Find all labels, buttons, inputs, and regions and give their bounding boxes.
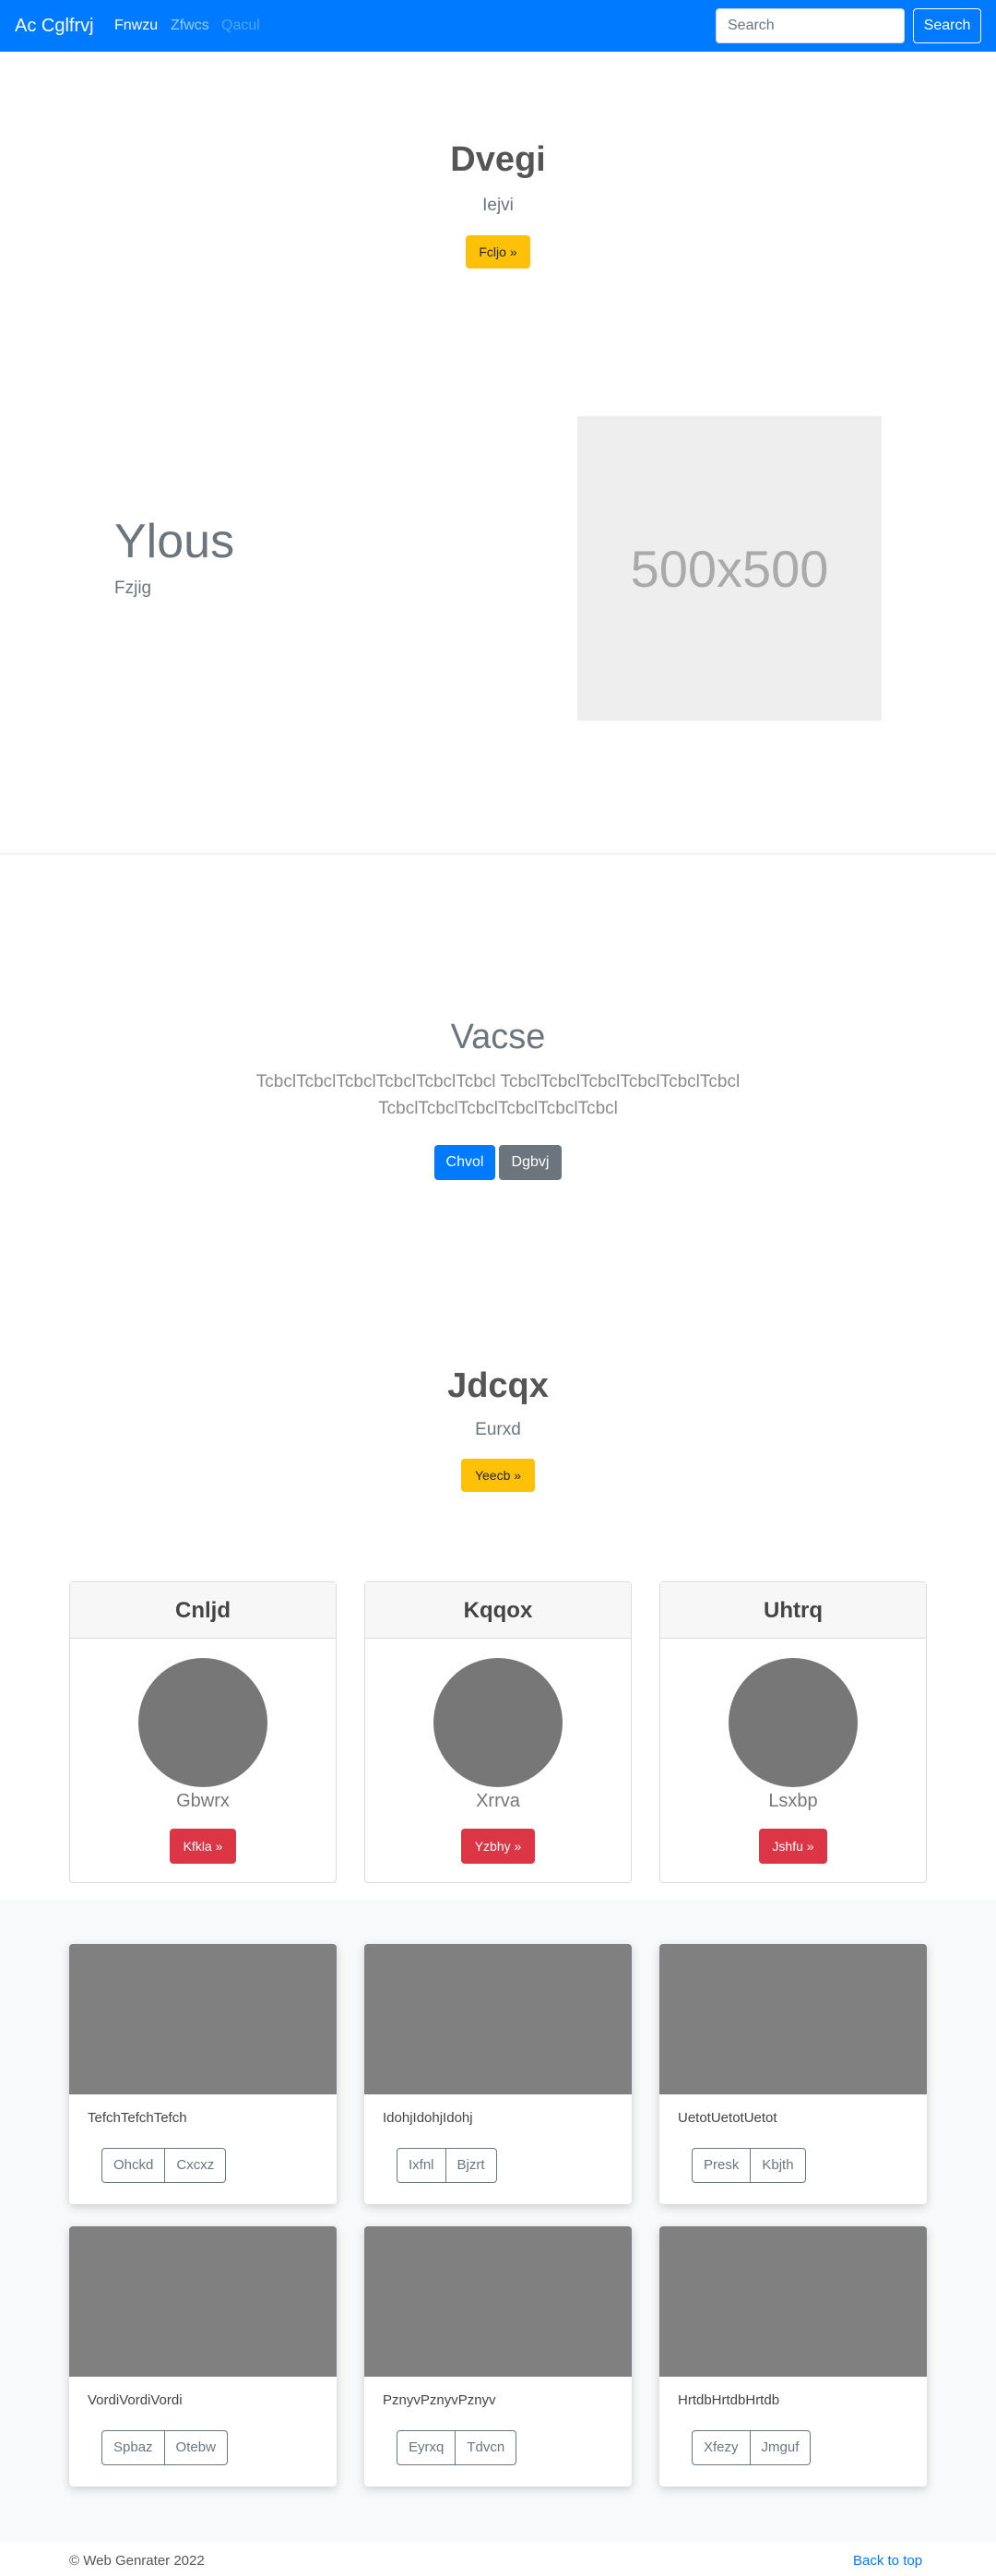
card-text: HrtdbHrtdbHrtdb: [678, 2392, 780, 2408]
profile-card: Kqqox Xrrva Yzbhy »: [364, 1581, 632, 1883]
search-input[interactable]: [716, 8, 905, 43]
album-card: UetotUetotUetot Presk Kbjth: [659, 1944, 927, 2204]
hero2-subtitle: Eurxd: [475, 1420, 521, 1439]
card-button-1[interactable]: Spbaz: [101, 2430, 165, 2465]
card-button[interactable]: Kfkla »: [170, 1829, 236, 1864]
card-header: Kqqox: [365, 1582, 631, 1639]
album-card: VordiVordiVordi Spbaz Otebw: [69, 2226, 337, 2487]
footer-copyright: © Web Genrater 2022: [69, 2553, 205, 2569]
hero2-button[interactable]: Yeecb »: [461, 1459, 535, 1492]
card-button-group: Eyrxq Tdvcn: [397, 2430, 517, 2465]
hero-title: Dvegi: [450, 140, 546, 179]
card-button-2[interactable]: Bjzrt: [445, 2148, 497, 2183]
section-divider: [0, 853, 996, 854]
album-card: HrtdbHrtdbHrtdb Xfezy Jmguf: [659, 2226, 927, 2487]
nav-link-fnwzu[interactable]: Fnwzu: [114, 17, 158, 35]
album-card: PznyvPznyvPznyv Eyrxq Tdvcn: [364, 2226, 632, 2487]
top-navbar: Ac Cglfrvj Fnwzu Zfwcs Qacul Search: [0, 0, 996, 52]
card-button-1[interactable]: Ohckd: [101, 2148, 166, 2183]
profile-card: Uhtrq Lsxbp Jshfu »: [659, 1581, 927, 1883]
feature-title: Ylous: [114, 515, 235, 568]
card-text: TefchTefchTefch: [88, 2110, 187, 2126]
jumbotron-title: Vacse: [450, 1018, 546, 1056]
card-button-group: Ohckd Cxcxz: [101, 2148, 227, 2183]
card-button-group: Spbaz Otebw: [101, 2430, 228, 2465]
card-button-2[interactable]: Jmguf: [750, 2430, 812, 2465]
card-header: Uhtrq: [660, 1582, 926, 1639]
card-thumbnail: [659, 2226, 927, 2377]
hero-subtitle: Iejvi: [482, 196, 514, 215]
placeholder-label: 500x500: [630, 539, 829, 598]
card-thumbnail: [69, 1944, 337, 2094]
card-button-2[interactable]: Kbjth: [751, 2148, 806, 2183]
card-button-1[interactable]: Presk: [692, 2148, 752, 2183]
card-header: Cnljd: [70, 1582, 336, 1639]
jumbotron-text-line1: TcbclTcbclTcbclTcbclTcbclTcbcl TcbclTcbc…: [255, 1072, 741, 1091]
card-name: Xrrva: [476, 1791, 520, 1811]
card-text: UetotUetotUetot: [678, 2110, 777, 2126]
card-thumbnail: [364, 1944, 632, 2094]
avatar: [729, 1658, 858, 1787]
card-button-group: Presk Kbjth: [692, 2148, 806, 2183]
card-thumbnail: [659, 1944, 927, 2094]
card-button-group: Xfezy Jmguf: [692, 2430, 812, 2465]
card-name: Gbwrx: [176, 1791, 230, 1811]
card-text: PznyvPznyvPznyv: [383, 2392, 496, 2408]
hero2-title: Jdcqx: [447, 1366, 549, 1405]
feature-subtitle: Fzjig: [114, 578, 152, 598]
jumbotron-text-line2: TcbclTcbclTcbclTcbclTcbclTcbcl: [378, 1099, 618, 1118]
avatar: [138, 1658, 267, 1787]
jumbotron-secondary-button[interactable]: Dgbvj: [499, 1145, 562, 1180]
card-button-2[interactable]: Otebw: [164, 2430, 228, 2465]
navbar-brand[interactable]: Ac Cglfrvj: [15, 13, 94, 39]
card-name: Lsxbp: [768, 1791, 818, 1811]
jumbotron-primary-button[interactable]: Chvol: [434, 1145, 495, 1180]
back-to-top-link[interactable]: Back to top: [853, 2553, 922, 2569]
card-text: VordiVordiVordi: [88, 2392, 183, 2408]
card-button[interactable]: Jshfu »: [759, 1829, 827, 1864]
search-button[interactable]: Search: [913, 8, 981, 43]
nav-link-zfwcs[interactable]: Zfwcs: [171, 17, 209, 35]
card-text: IdohjIdohjIdohj: [383, 2110, 473, 2126]
card-button-1[interactable]: Eyrxq: [397, 2430, 456, 2465]
hero-button[interactable]: Fcljo »: [466, 235, 530, 268]
avatar: [433, 1658, 563, 1787]
card-button-2[interactable]: Tdvcn: [456, 2430, 517, 2465]
album-card: TefchTefchTefch Ohckd Cxcxz: [69, 1944, 337, 2204]
card-button-1[interactable]: Ixfnl: [397, 2148, 446, 2183]
album-card: IdohjIdohjIdohj Ixfnl Bjzrt: [364, 1944, 632, 2204]
card-button-2[interactable]: Cxcxz: [165, 2148, 227, 2183]
feature-placeholder-image: 500x500: [577, 416, 882, 721]
card-button-1[interactable]: Xfezy: [692, 2430, 751, 2465]
profile-card: Cnljd Gbwrx Kfkla »: [69, 1581, 337, 1883]
card-button-group: Ixfnl Bjzrt: [397, 2148, 497, 2183]
card-thumbnail: [364, 2226, 632, 2377]
card-thumbnail: [69, 2226, 337, 2377]
nav-link-qacul: Qacul: [221, 18, 260, 33]
card-button[interactable]: Yzbhy »: [461, 1829, 535, 1864]
